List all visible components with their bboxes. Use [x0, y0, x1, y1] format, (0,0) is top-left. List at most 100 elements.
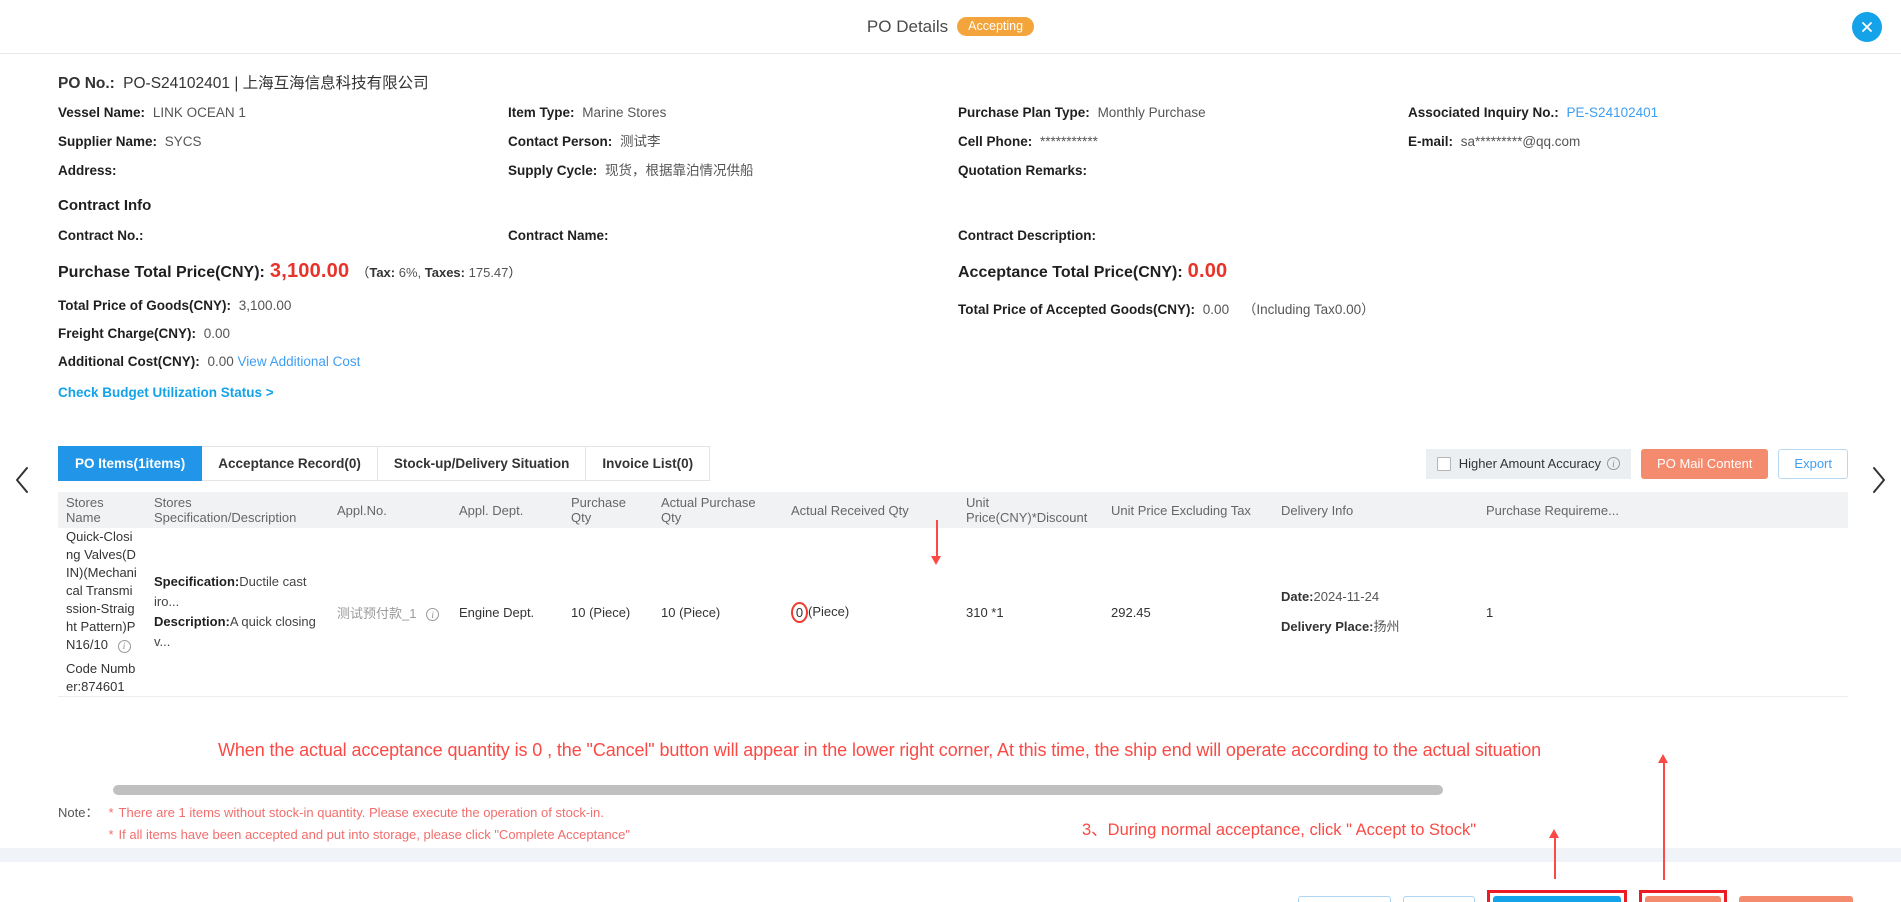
note-line-2: * If all items have been accepted and put…	[108, 827, 631, 842]
table-toolbar: Higher Amount Accuracy i PO Mail Content…	[1425, 448, 1848, 479]
cancel-button[interactable]: Cancel	[1644, 896, 1721, 902]
cell-unit-price-excl-tax: 292.45	[1111, 604, 1151, 620]
field-purchase-plan-type: Purchase Plan Type: Monthly Purchase	[958, 104, 1408, 122]
associated-inquiry-link[interactable]: PE-S24102401	[1567, 105, 1659, 120]
po-number-value: PO-S24102401 | 上海互海信息科技有限公司	[123, 75, 429, 92]
acceptance-total-value: 0.00	[1187, 260, 1228, 282]
field-vessel-name: Vessel Name: LINK OCEAN 1	[58, 104, 508, 122]
info-row-2: Supplier Name: SYCS Contact Person: 测试李 …	[58, 133, 1848, 151]
scrollbar-thumb[interactable]	[113, 785, 1443, 795]
freight-value: 0.00	[203, 326, 231, 341]
footer-button-group: Comment E-seal Accept to Stock Cancel Ca…	[1298, 890, 1853, 902]
info-icon[interactable]: i	[117, 639, 131, 653]
table-row: Quick-Closing Valves(DIN)(Mechanical Tra…	[58, 528, 1848, 697]
contract-row: Contract No.: Contract Name: Contract De…	[58, 228, 1848, 243]
vessel-name-value: LINK OCEAN 1	[152, 105, 246, 120]
cancel-order-button[interactable]: Cancel Order	[1738, 896, 1853, 902]
total-goods-value: 3,100.00	[238, 298, 292, 313]
higher-amount-accuracy-checkbox[interactable]	[1436, 456, 1451, 471]
tax-label: Tax:	[369, 265, 396, 280]
purchase-total-label: Purchase Total Price(CNY):	[58, 264, 265, 281]
delivery-place-value: 扬州	[1373, 619, 1400, 634]
item-type-label: Item Type:	[508, 105, 575, 120]
annotation-arrow-line-1	[936, 520, 938, 558]
tab-list: PO Items(1items) Acceptance Record(0) St…	[58, 446, 711, 481]
field-associated-inquiry: Associated Inquiry No.: PE-S24102401	[1408, 104, 1838, 122]
field-spacer	[1408, 162, 1838, 180]
appl-no-value: 测试预付款_1	[337, 605, 417, 621]
tax-info: （Tax: 6%, Taxes: 175.47）	[356, 265, 522, 280]
tab-stockup-delivery[interactable]: Stock-up/Delivery Situation	[377, 446, 587, 481]
cell-phone-label: Cell Phone:	[958, 134, 1033, 149]
col-stores-spec: Stores Specification/Description	[154, 495, 297, 525]
specification-label: Specification:	[154, 574, 240, 589]
annotation-arrow-head-1	[931, 556, 941, 565]
cell-actual-purchase-qty: 10 (Piece)	[661, 604, 721, 620]
po-details-dialog: PO Details Accepting PO No.: PO-S2410240…	[0, 0, 1901, 902]
description-label: Description:	[154, 614, 230, 629]
info-icon[interactable]: i	[426, 608, 440, 621]
po-number-line: PO No.: PO-S24102401 | 上海互海信息科技有限公司	[58, 54, 1848, 93]
actual-received-qty-unit: (Piece)	[808, 603, 850, 619]
vessel-name-label: Vessel Name:	[58, 105, 146, 120]
info-icon[interactable]: i	[1607, 457, 1621, 470]
col-unit-price-discount: Unit Price(CNY)*Discount	[966, 495, 1088, 525]
tab-acceptance-record[interactable]: Acceptance Record(0)	[202, 446, 378, 481]
freight-charge: Freight Charge(CNY): 0.00	[58, 326, 958, 341]
contact-person-value: 测试李	[620, 134, 661, 149]
taxes-label: Taxes:	[424, 265, 465, 280]
view-additional-cost-link[interactable]: View Additional Cost	[238, 354, 361, 369]
stores-name-value: Quick-Closing Valves(DIN)(Mechanical Tra…	[66, 529, 137, 652]
purchase-plan-type-value: Monthly Purchase	[1097, 105, 1206, 120]
including-tax-note: （Including Tax0.00）	[1242, 302, 1375, 317]
po-mail-content-button[interactable]: PO Mail Content	[1641, 448, 1769, 479]
cell-unit-price-discount: 310 *1	[966, 604, 1004, 620]
accept-to-stock-button[interactable]: Accept to Stock	[1492, 896, 1621, 902]
quotation-remarks-label: Quotation Remarks:	[958, 163, 1088, 178]
supplier-name-label: Supplier Name:	[58, 134, 158, 149]
export-button[interactable]: Export	[1778, 448, 1848, 479]
description-line: Description:A quick closing v...	[154, 612, 321, 652]
footer-separator	[0, 848, 1901, 862]
address-label: Address:	[58, 163, 117, 178]
field-item-type: Item Type: Marine Stores	[508, 104, 958, 122]
cell-appl-dept: Engine Dept.	[459, 604, 535, 620]
col-purchase-qty: Purchase Qty	[571, 495, 626, 525]
accept-to-stock-highlight: Accept to Stock	[1486, 890, 1627, 902]
tab-po-items[interactable]: PO Items(1items)	[58, 446, 203, 481]
table-horizontal-scrollbar[interactable]	[58, 785, 1848, 795]
cell-stores-spec: Specification:Ductile cast iro... Descri…	[146, 572, 329, 652]
comment-button[interactable]: Comment	[1298, 896, 1391, 902]
tab-invoice-list[interactable]: Invoice List(0)	[586, 446, 711, 481]
contract-info-heading: Contract Info	[58, 197, 152, 214]
note-label: Note：	[58, 805, 99, 820]
supplier-name-value: SYCS	[164, 134, 202, 149]
higher-amount-accuracy-label: Higher Amount Accuracy	[1458, 456, 1602, 471]
field-supplier-name: Supplier Name: SYCS	[58, 133, 508, 151]
po-items-table: Stores Name Stores Specification/Descrip…	[58, 492, 1848, 697]
delivery-date-value: 2024-11-24	[1313, 589, 1380, 604]
higher-amount-accuracy-toggle[interactable]: Higher Amount Accuracy i	[1425, 448, 1632, 479]
status-badge: Accepting	[957, 16, 1035, 37]
additional-cost-value: 0.00	[207, 354, 234, 369]
additional-cost: Additional Cost(CNY): 0.00 View Addition…	[58, 354, 958, 369]
check-budget-utilization-link[interactable]: Check Budget Utilization Status >	[58, 385, 1848, 400]
freight-label: Freight Charge(CNY):	[58, 326, 196, 341]
specification-line: Specification:Ductile cast iro...	[154, 572, 321, 612]
total-accepted-label: Total Price of Accepted Goods(CNY):	[958, 302, 1196, 317]
field-supply-cycle: Supply Cycle: 现货，根据靠泊情况供船	[508, 162, 958, 180]
col-actual-purchase-qty: Actual Purchase Qty	[661, 495, 756, 525]
e-seal-button[interactable]: E-seal	[1402, 896, 1475, 902]
delivery-place-label: Delivery Place:	[1281, 619, 1374, 634]
tabs-toolbar-row: PO Items(1items) Acceptance Record(0) St…	[58, 446, 1848, 481]
additional-cost-label: Additional Cost(CNY):	[58, 354, 200, 369]
col-unit-price-excl-tax: Unit Price Excluding Tax	[1111, 502, 1251, 518]
cell-appl-no: 测试预付款_1 i	[329, 603, 451, 622]
dialog-titlebar: PO Details Accepting	[0, 0, 1901, 54]
page-title: PO Details	[866, 16, 949, 36]
annotation-accept-to-stock: 3、During normal acceptance, click " Acce…	[1082, 821, 1477, 839]
contract-spacer	[1408, 228, 1838, 243]
tax-value: 6%,	[398, 265, 422, 280]
order-info-block: PO No.: PO-S24102401 | 上海互海信息科技有限公司 Vess…	[58, 54, 1848, 400]
close-icon[interactable]	[1852, 12, 1882, 42]
